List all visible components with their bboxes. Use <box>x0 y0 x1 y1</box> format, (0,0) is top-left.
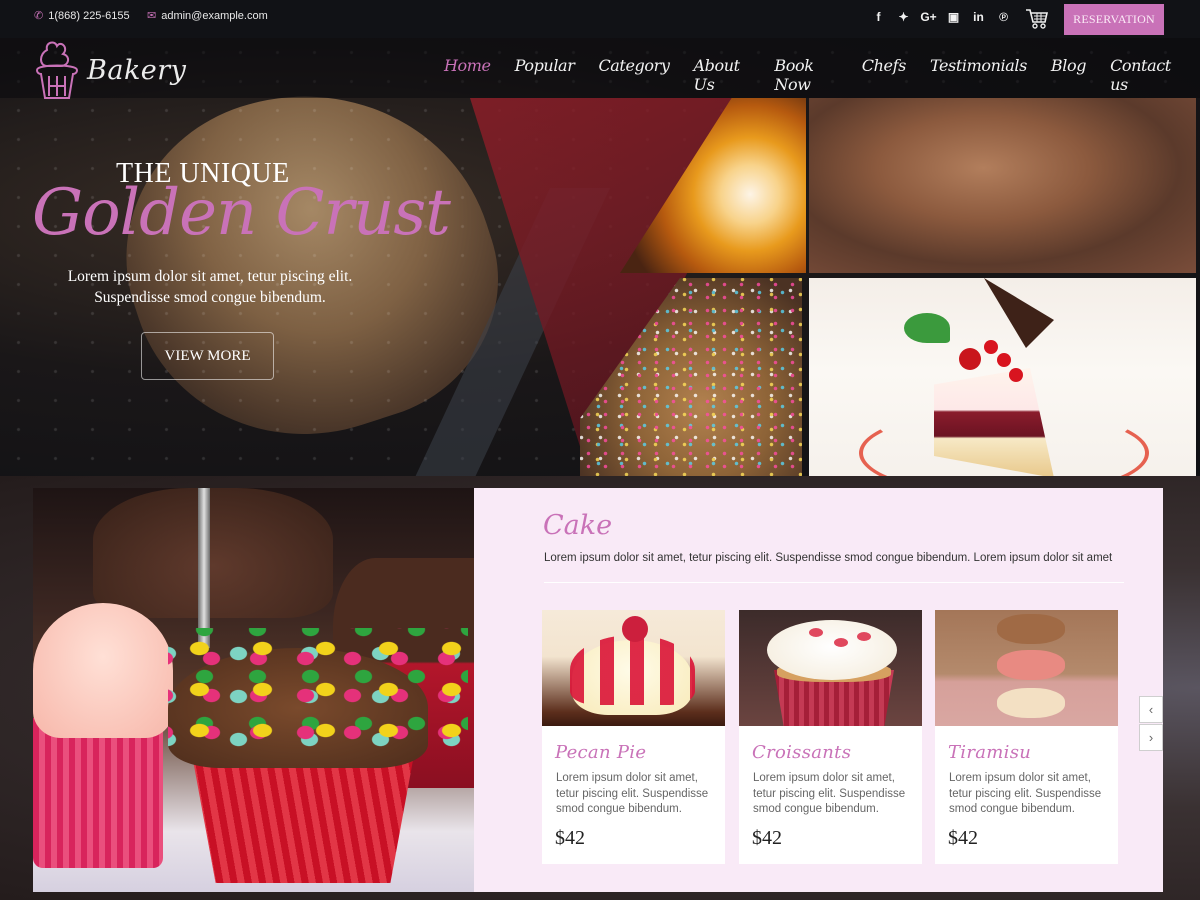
facebook-icon[interactable]: f <box>866 10 891 24</box>
phone-contact[interactable]: ✆ 1(868) 225-6155 <box>34 9 130 23</box>
menu-category-description: Lorem ipsum dolor sit amet, tetur piscin… <box>544 552 1113 564</box>
product-price: $42 <box>752 827 782 849</box>
menu-panel: Cake Lorem ipsum dolor sit amet, tetur p… <box>474 488 1163 892</box>
cupcake-icon <box>35 41 79 99</box>
nav-item-blog[interactable]: Blog <box>1051 56 1087 94</box>
view-more-button[interactable]: VIEW MORE <box>141 332 274 380</box>
product-price: $42 <box>555 827 585 849</box>
product-title[interactable]: Tiramisu <box>948 742 1031 763</box>
menu-category-title: Cake <box>543 510 613 541</box>
main-nav: Home Popular Category About Us Book Now … <box>444 56 1200 94</box>
macaron <box>997 650 1065 680</box>
nav-item-about-us[interactable]: About Us <box>694 56 751 94</box>
cupcake-frosting <box>767 620 897 680</box>
syrup-drizzle <box>570 635 695 705</box>
macaron <box>997 688 1065 718</box>
instagram-icon[interactable]: ▣ <box>941 10 966 24</box>
menu-section: Cake Lorem ipsum dolor sit amet, tetur p… <box>0 476 1200 900</box>
nav-item-popular[interactable]: Popular <box>515 56 575 94</box>
phone-icon: ✆ <box>34 10 44 22</box>
cupcakes-image <box>33 488 474 892</box>
product-title[interactable]: Croissants <box>752 742 851 763</box>
candy <box>834 638 848 647</box>
product-price: $42 <box>948 827 978 849</box>
tiramisu-image <box>935 610 1118 726</box>
hero-subtext: Lorem ipsum dolor sit amet, tetur piscin… <box>30 266 390 308</box>
carousel-next-button[interactable]: › <box>1139 724 1163 751</box>
product-description: Lorem ipsum dolor sit amet, tetur piscin… <box>949 772 1102 815</box>
mint-garnish <box>904 313 950 343</box>
nav-item-book-now[interactable]: Book Now <box>774 56 837 94</box>
berry <box>997 353 1011 367</box>
hero-subtext-line-2: Suspendisse smod congue bibendum. <box>94 289 326 306</box>
reservation-button[interactable]: RESERVATION <box>1064 4 1164 35</box>
chevron-right-icon: › <box>1148 730 1154 745</box>
nav-item-contact-us[interactable]: Contact us <box>1110 56 1176 94</box>
google-plus-icon[interactable]: G+ <box>916 10 941 24</box>
cupcake-back-left <box>93 488 333 618</box>
hero-section: Bakery Home Popular Category About Us Bo… <box>0 38 1200 476</box>
cherry <box>622 616 648 642</box>
top-bar: ✆ 1(868) 225-6155 ✉ admin@example.com f … <box>0 0 1200 38</box>
chevron-left-icon: ‹ <box>1148 702 1154 717</box>
strawberry <box>959 348 981 370</box>
macaron <box>997 614 1065 644</box>
social-links: f ✦ G+ ▣ in ℗ <box>866 10 1016 24</box>
product-description: Lorem ipsum dolor sit amet, tetur piscin… <box>753 772 906 815</box>
hero-subtext-line-1: Lorem ipsum dolor sit amet, tetur piscin… <box>67 268 353 285</box>
envelope-icon: ✉ <box>147 10 157 22</box>
hero-headline: Golden Crust <box>32 176 451 250</box>
berry <box>1009 368 1023 382</box>
pink-cupcake-wrapper <box>33 718 163 868</box>
candy <box>857 632 871 641</box>
phone-number: 1(868) 225-6155 <box>48 9 130 22</box>
croissants-image <box>739 610 922 726</box>
email-address: admin@example.com <box>161 9 268 22</box>
product-card[interactable]: Tiramisu Lorem ipsum dolor sit amet, tet… <box>935 610 1118 864</box>
nav-item-category[interactable]: Category <box>598 56 669 94</box>
brand-name: Bakery <box>87 54 187 86</box>
nav-item-chefs[interactable]: Chefs <box>862 56 907 94</box>
chocolate-garnish <box>984 278 1054 348</box>
nav-item-home[interactable]: Home <box>444 56 491 94</box>
product-title[interactable]: Pecan Pie <box>555 742 646 763</box>
header-bar: Bakery Home Popular Category About Us Bo… <box>0 38 1200 100</box>
product-card[interactable]: Croissants Lorem ipsum dolor sit amet, t… <box>739 610 922 864</box>
divider <box>544 582 1124 583</box>
email-contact[interactable]: ✉ admin@example.com <box>147 9 268 23</box>
pinterest-icon[interactable]: ℗ <box>991 10 1016 24</box>
candy <box>809 628 823 637</box>
linkedin-icon[interactable]: in <box>966 10 991 24</box>
product-description: Lorem ipsum dolor sit amet, tetur piscin… <box>556 772 709 815</box>
cheesecake-image <box>809 278 1196 476</box>
pecan-pie-image <box>542 610 725 726</box>
nav-item-testimonials[interactable]: Testimonials <box>930 56 1027 94</box>
pink-cupcake-frosting <box>33 603 173 738</box>
cake-stand-pole <box>198 488 210 648</box>
carousel-prev-button[interactable]: ‹ <box>1139 696 1163 723</box>
shopping-cart-icon[interactable] <box>1025 8 1049 30</box>
twitter-icon[interactable]: ✦ <box>891 10 916 24</box>
berry <box>984 340 998 354</box>
candy-toppings <box>168 628 468 748</box>
muffin-image <box>809 98 1196 273</box>
product-card[interactable]: Pecan Pie Lorem ipsum dolor sit amet, te… <box>542 610 725 864</box>
brand-logo[interactable]: Bakery <box>33 40 186 100</box>
